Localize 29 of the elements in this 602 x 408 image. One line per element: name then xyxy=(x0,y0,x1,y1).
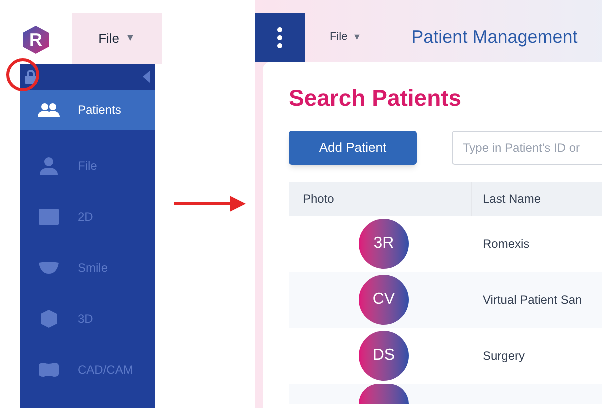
pointer-arrow xyxy=(174,194,246,214)
patient-avatar: 3R xyxy=(359,219,409,269)
search-field[interactable]: Type in Patient's ID or xyxy=(452,131,602,165)
column-header[interactable]: Photo xyxy=(303,190,334,208)
patient-avatar: CV xyxy=(359,275,409,325)
lock-icon[interactable] xyxy=(25,70,37,84)
page-title: Patient Management xyxy=(412,26,578,49)
highlight-circle xyxy=(6,58,40,92)
app-logo: R xyxy=(23,26,49,54)
table-cell: Surgery xyxy=(483,349,526,363)
column-header[interactable]: Last Name xyxy=(483,192,542,206)
section-heading: Search Patients xyxy=(289,84,463,112)
file-menu-button[interactable]: File ▼ xyxy=(330,29,362,46)
kebab-menu-icon xyxy=(277,26,283,48)
add-patient-button[interactable]: Add Patient xyxy=(289,131,417,165)
person-icon xyxy=(40,156,58,174)
patient-avatar xyxy=(359,384,409,404)
cube-icon xyxy=(41,310,57,328)
file-menu-button[interactable]: File ▼ xyxy=(72,13,162,64)
mouth-icon xyxy=(39,262,59,274)
square-icon xyxy=(39,208,59,224)
tooth-icon xyxy=(39,362,59,376)
collapse-icon[interactable] xyxy=(143,71,150,83)
patient-avatar: DS xyxy=(359,331,409,381)
menu-button[interactable] xyxy=(255,13,305,62)
sidebar-item[interactable]: Patients xyxy=(20,90,155,130)
people-icon xyxy=(38,103,60,117)
table-cell: Romexis xyxy=(483,237,530,251)
table-cell: Virtual Patient San xyxy=(483,293,582,307)
